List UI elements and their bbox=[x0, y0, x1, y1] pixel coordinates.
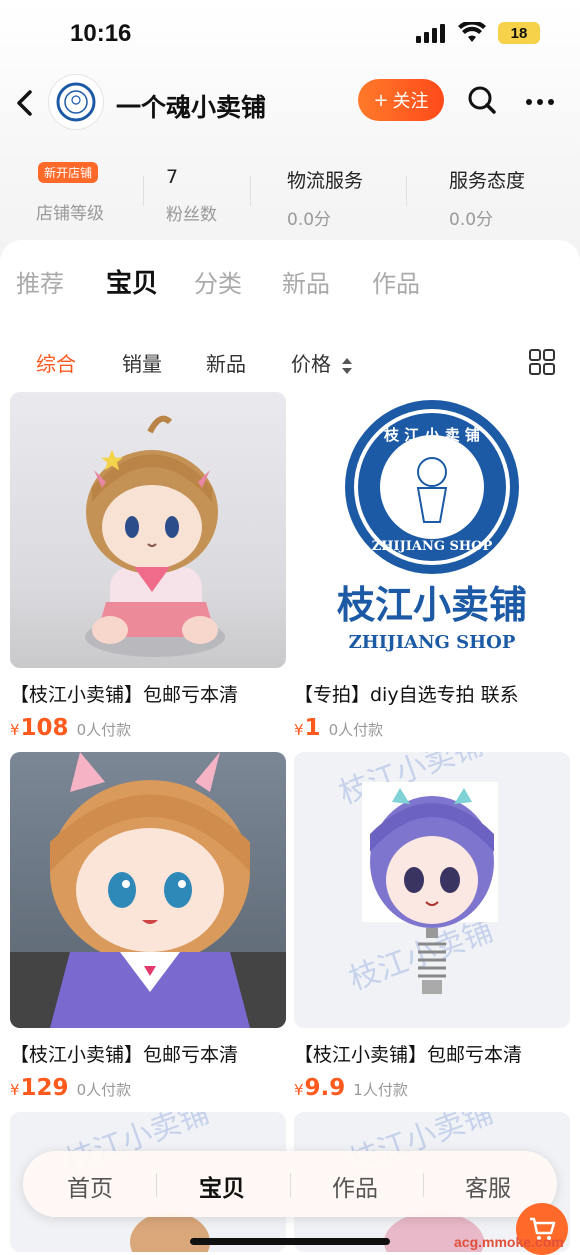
product-price: 9.9 bbox=[304, 1075, 346, 1101]
logo-ring-cn: 枝 江 小 卖 铺 bbox=[384, 426, 480, 444]
stat-label: 店铺等级 bbox=[36, 204, 104, 224]
paid-count: 0人付款 bbox=[328, 721, 384, 739]
status-bar: 10:16 18 bbox=[0, 0, 580, 70]
shop-tabs: 推荐 宝贝 分类 新品 作品 bbox=[0, 264, 580, 304]
product-image[interactable]: 枝江小卖铺 枝江小卖铺 bbox=[294, 752, 570, 1028]
status-time: 10:16 bbox=[70, 20, 132, 47]
back-icon[interactable] bbox=[12, 88, 38, 118]
shop-header: 一个魂小卖铺 + 关注 bbox=[0, 70, 580, 134]
search-icon[interactable] bbox=[466, 84, 498, 116]
filter-sales[interactable]: 销量 bbox=[122, 348, 162, 377]
nav-works[interactable]: 作品 bbox=[310, 1169, 400, 1203]
tab-items[interactable]: 宝贝 bbox=[106, 263, 158, 300]
divider bbox=[250, 176, 251, 206]
currency-symbol: ¥ bbox=[294, 721, 304, 739]
follow-label: 关注 bbox=[392, 91, 429, 112]
acrylic-stand-image: 枝江小卖铺 枝江小卖铺 bbox=[335, 752, 498, 998]
grid-view-icon[interactable] bbox=[528, 348, 556, 376]
nav-home[interactable]: 首页 bbox=[45, 1169, 135, 1203]
price-row: ¥ 108 0人付款 bbox=[10, 715, 286, 741]
price-row: ¥ 129 0人付款 bbox=[10, 1075, 286, 1101]
product-image[interactable] bbox=[10, 392, 286, 668]
tab-categories[interactable]: 分类 bbox=[194, 264, 242, 299]
currency-symbol: ¥ bbox=[10, 1081, 20, 1099]
plus-icon: + bbox=[373, 89, 389, 111]
main-content: 推荐 宝贝 分类 新品 作品 综合 销量 新品 价格 【枝江小卖铺】包邮亏本清 … bbox=[0, 240, 580, 1255]
filter-price-label: 价格 bbox=[291, 352, 331, 376]
divider bbox=[406, 176, 407, 206]
sort-filters: 综合 销量 新品 价格 bbox=[0, 348, 580, 380]
stat-label: 0.0分 bbox=[449, 210, 494, 230]
product-title: 【枝江小卖铺】包邮亏本清 bbox=[10, 1044, 239, 1066]
nav-items[interactable]: 宝贝 bbox=[177, 1169, 267, 1203]
shop-avatar-seal-icon bbox=[56, 82, 96, 122]
product-title: 【枝江小卖铺】包邮亏本清 bbox=[294, 1044, 523, 1066]
product-card[interactable]: 【枝江小卖铺】包邮亏本清 ¥ 108 0人付款 bbox=[10, 392, 286, 741]
more-icon[interactable] bbox=[524, 88, 556, 116]
divider bbox=[156, 1173, 157, 1197]
stat-value: 物流服务 bbox=[287, 170, 364, 192]
product-price: 129 bbox=[20, 1075, 69, 1101]
battery-icon: 18 bbox=[498, 22, 540, 44]
divider bbox=[423, 1173, 424, 1197]
stat-value: 服务态度 bbox=[449, 170, 526, 192]
home-indicator[interactable] bbox=[190, 1238, 390, 1245]
plush-doll-image bbox=[10, 752, 286, 1028]
product-price: 108 bbox=[20, 715, 69, 741]
divider bbox=[143, 176, 144, 206]
nav-customer-service[interactable]: 客服 bbox=[443, 1169, 533, 1203]
tab-works[interactable]: 作品 bbox=[372, 264, 420, 299]
sort-arrows-icon bbox=[342, 357, 353, 374]
product-image[interactable] bbox=[10, 752, 286, 1028]
site-watermark: acg.mmoke.com bbox=[454, 1234, 564, 1250]
tab-recommend[interactable]: 推荐 bbox=[16, 264, 64, 299]
product-card[interactable]: 【枝江小卖铺】包邮亏本清 ¥ 129 0人付款 bbox=[10, 752, 286, 1101]
price-row: ¥ 9.9 1人付款 bbox=[294, 1075, 570, 1101]
paid-count: 0人付款 bbox=[76, 1081, 132, 1099]
filter-overall[interactable]: 综合 bbox=[36, 348, 76, 377]
price-row: ¥ 1 0人付款 bbox=[294, 715, 570, 741]
follow-button[interactable]: + 关注 bbox=[358, 79, 444, 121]
status-icons: 18 bbox=[416, 22, 540, 44]
stat-service[interactable]: 服务态度 0.0分 bbox=[449, 166, 525, 230]
shop-logo-image: 枝 江 小 卖 铺 ZHIJIANG SHOP 枝江小卖铺 ZHIJIANG S… bbox=[337, 400, 527, 653]
stat-shop-level[interactable]: 新开店铺 店铺等级 bbox=[36, 162, 104, 224]
shop-avatar[interactable] bbox=[48, 74, 104, 130]
wifi-icon bbox=[458, 22, 486, 42]
stat-logistics[interactable]: 物流服务 0.0分 bbox=[287, 166, 363, 230]
filter-price[interactable]: 价格 bbox=[291, 348, 353, 377]
currency-symbol: ¥ bbox=[10, 721, 20, 739]
product-title: 【枝江小卖铺】包邮亏本清 bbox=[10, 684, 239, 706]
logo-en-text: ZHIJIANG SHOP bbox=[349, 632, 516, 653]
divider bbox=[290, 1173, 291, 1197]
paid-count: 1人付款 bbox=[353, 1081, 408, 1099]
plush-doll-image bbox=[85, 415, 225, 657]
stat-label: 0.0分 bbox=[287, 210, 332, 230]
stat-label: 粉丝数 bbox=[166, 205, 217, 225]
product-image[interactable]: 枝 江 小 卖 铺 ZHIJIANG SHOP 枝江小卖铺 ZHIJIANG S… bbox=[294, 392, 570, 668]
bottom-nav: 首页 宝贝 作品 客服 bbox=[23, 1151, 557, 1217]
shop-name: 一个魂小卖铺 bbox=[116, 93, 267, 122]
logo-cn-text: 枝江小卖铺 bbox=[337, 582, 527, 627]
signal-icon bbox=[416, 24, 445, 43]
product-price: 1 bbox=[304, 715, 321, 741]
shop-stats: 新开店铺 店铺等级 7 粉丝数 物流服务 0.0分 服务态度 0.0分 bbox=[0, 156, 580, 230]
product-card[interactable]: 枝江小卖铺 枝江小卖铺 【枝江小卖铺】包邮亏本清 ¥ 9.9 1人付款 bbox=[294, 752, 570, 1101]
product-card[interactable]: 枝 江 小 卖 铺 ZHIJIANG SHOP 枝江小卖铺 ZHIJIANG S… bbox=[294, 392, 570, 741]
filter-new[interactable]: 新品 bbox=[206, 348, 246, 377]
logo-ring-en: ZHIJIANG SHOP bbox=[372, 539, 493, 554]
new-shop-badge: 新开店铺 bbox=[38, 162, 99, 183]
stat-value: 7 bbox=[166, 166, 179, 188]
currency-symbol: ¥ bbox=[294, 1081, 304, 1099]
product-title: 【专拍】diy自选专拍 联系 bbox=[294, 684, 519, 706]
paid-count: 0人付款 bbox=[76, 721, 132, 739]
tab-new[interactable]: 新品 bbox=[282, 264, 330, 299]
stat-fans[interactable]: 7 粉丝数 bbox=[166, 166, 217, 225]
